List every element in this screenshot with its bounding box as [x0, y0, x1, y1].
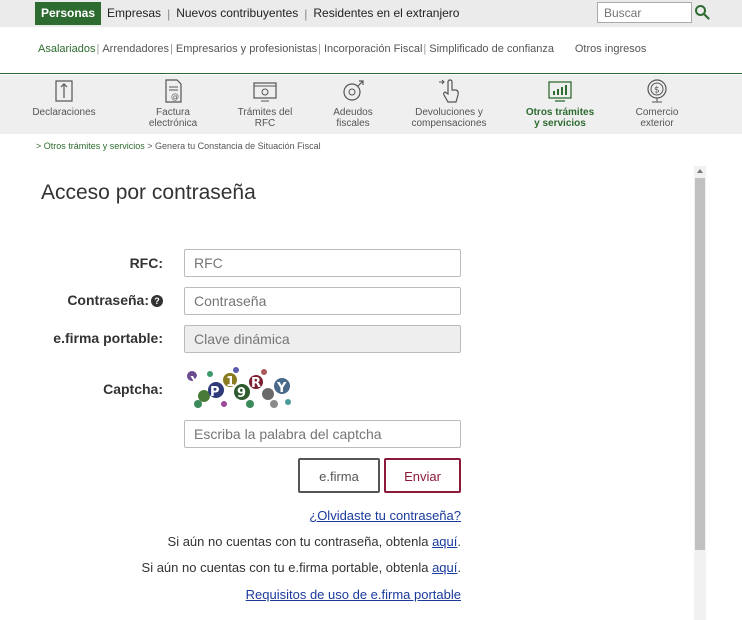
otros-tramites-icon: [548, 81, 572, 102]
password-label-group: Contraseña:?: [33, 292, 163, 308]
nav-declaraciones[interactable]: Declaraciones: [19, 78, 109, 118]
help-icon[interactable]: ?: [151, 295, 163, 307]
password-input[interactable]: [184, 287, 461, 315]
declaraciones-icon: [55, 80, 73, 102]
nav-label: Otros trámites: [525, 107, 595, 118]
nav-otros-tramites[interactable]: Otros trámites y servicios: [515, 78, 605, 129]
rfc-input[interactable]: [184, 249, 461, 277]
captcha-char: 1: [226, 375, 235, 390]
nav-label: RFC: [254, 118, 276, 129]
nav-label: y servicios: [534, 118, 586, 129]
nav-label: Factura: [156, 107, 190, 118]
period: .: [457, 560, 461, 575]
scrollbar[interactable]: [694, 166, 706, 620]
rfc-label: RFC:: [129, 255, 163, 271]
nav-tramites-rfc[interactable]: Trámites del RFC: [220, 78, 310, 129]
password-label: Contraseña:: [67, 292, 149, 308]
nav-factura-electronica[interactable]: @ Factura electrónica: [128, 78, 218, 129]
nav-label: compensaciones: [411, 118, 487, 129]
nav-label: Devoluciones y: [415, 107, 483, 118]
nav-label: Comercio: [635, 107, 679, 118]
efirma-portable-label: e.firma portable:: [53, 330, 163, 346]
no-password-text: Si aún no cuentas con tu contraseña, obt…: [167, 534, 433, 549]
nav-adeudos-fiscales[interactable]: Adeudos fiscales: [308, 78, 398, 129]
nav-devoluciones[interactable]: Devoluciones y compensaciones: [404, 78, 494, 129]
subnav-item-simplificado[interactable]: Simplificado de confianza: [429, 43, 554, 55]
audience-tabs: Personas Empresas | Nuevos contribuyente…: [35, 2, 465, 25]
devoluciones-icon: [439, 79, 459, 103]
no-password-aqui-link[interactable]: aquí: [432, 534, 457, 549]
nav-label: Declaraciones: [32, 107, 96, 118]
captcha-image: X P 1 9 R Y: [187, 367, 291, 408]
subnav-separator: |: [96, 43, 100, 55]
breadcrumb: > Otros trámites y servicios > Genera tu…: [36, 141, 321, 151]
nav-label: Adeudos: [333, 107, 373, 118]
dynamic-key-input[interactable]: [184, 325, 461, 353]
captcha-input[interactable]: [184, 420, 461, 448]
captcha-char: R: [251, 376, 261, 391]
breadcrumb-link-otros-tramites[interactable]: > Otros trámites y servicios: [36, 141, 145, 151]
no-efirma-aqui-link[interactable]: aquí: [432, 560, 457, 575]
enviar-button[interactable]: Enviar: [384, 458, 461, 493]
captcha-char: 9: [237, 386, 246, 401]
top-bar: Personas Empresas | Nuevos contribuyente…: [0, 0, 742, 27]
no-efirma-line: Si aún no cuentas con tu e.firma portabl…: [142, 560, 461, 575]
icon-navigation: Declaraciones @ Factura electrónica Trám…: [0, 75, 742, 134]
factura-icon: @: [165, 79, 182, 103]
forgot-password-link[interactable]: ¿Olvidaste tu contraseña?: [309, 508, 461, 523]
no-efirma-text: Si aún no cuentas con tu e.firma portabl…: [141, 560, 433, 575]
requisitos-line: Requisitos de uso de e.firma portable: [246, 587, 461, 602]
scrollbar-thumb[interactable]: [695, 178, 705, 550]
tab-empresas[interactable]: Empresas: [101, 2, 167, 25]
captcha-char: P: [210, 385, 220, 400]
subnav-item-empresarios[interactable]: Empresarios y profesionistas: [176, 43, 317, 55]
captcha-label: Captcha:: [103, 381, 163, 397]
subnav-item-otros-ingresos[interactable]: Otros ingresos: [575, 43, 647, 55]
captcha-char: X: [190, 375, 200, 390]
page-title: Acceso por contraseña: [41, 181, 256, 204]
nav-comercio-exterior[interactable]: $ Comercio exterior: [612, 78, 702, 129]
subnav-item-incorporacion-fiscal[interactable]: Incorporación Fiscal: [324, 43, 422, 55]
subnav-item-asalariados[interactable]: Asalariados: [38, 43, 95, 55]
requisitos-efirma-link[interactable]: Requisitos de uso de e.firma portable: [246, 587, 461, 602]
nav-label: electrónica: [148, 118, 198, 129]
subnav-separator: |: [423, 43, 427, 55]
no-password-line: Si aún no cuentas con tu contraseña, obt…: [168, 534, 461, 549]
forgot-password-line: ¿Olvidaste tu contraseña?: [309, 508, 461, 523]
nav-label: exterior: [640, 118, 674, 129]
tab-residentes-extranjero[interactable]: Residentes en el extranjero: [307, 2, 465, 25]
captcha-char: Y: [276, 381, 287, 396]
efirma-button[interactable]: e.firma: [298, 458, 380, 493]
nav-label: fiscales: [336, 118, 370, 129]
scroll-up-arrow-icon[interactable]: [697, 169, 703, 173]
svg-text:@: @: [171, 92, 179, 101]
tab-personas[interactable]: Personas: [35, 2, 102, 25]
search-icon[interactable]: [694, 4, 710, 20]
comercio-exterior-icon: $: [647, 79, 667, 103]
search-input[interactable]: [597, 2, 692, 23]
period: .: [457, 534, 461, 549]
tab-nuevos-contribuyentes[interactable]: Nuevos contribuyentes: [170, 2, 304, 25]
subnav-separator: |: [170, 43, 173, 55]
svg-text:$: $: [654, 86, 660, 96]
rfc-icon: [253, 82, 277, 102]
breadcrumb-current: > Genera tu Constancia de Situación Fisc…: [147, 141, 321, 151]
nav-label: Trámites del: [237, 107, 293, 118]
adeudos-icon: [343, 80, 364, 101]
sub-navigation: Asalariados | Arrendadores | Empresarios y…: [0, 27, 742, 74]
subnav-separator: |: [318, 43, 321, 55]
subnav-item-arrendadores[interactable]: Arrendadores: [102, 43, 169, 55]
